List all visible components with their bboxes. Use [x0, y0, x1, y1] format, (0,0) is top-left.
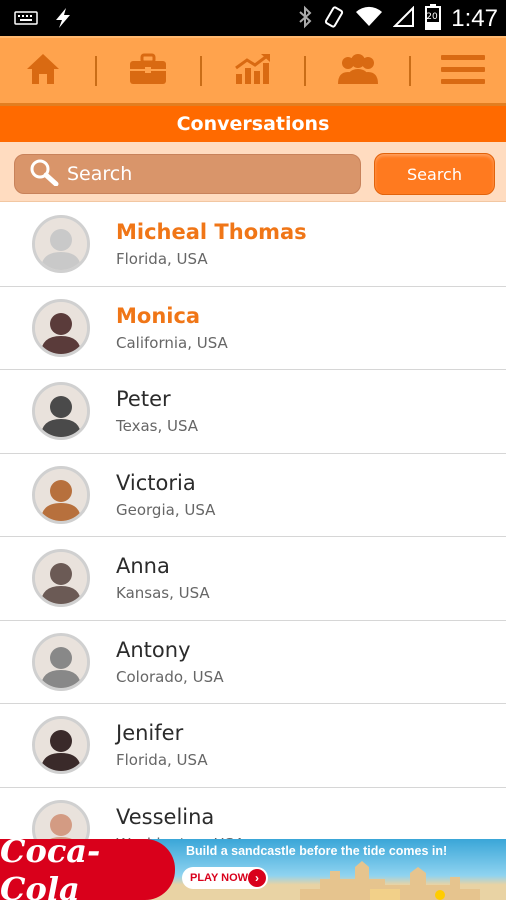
contact-location: Kansas, USA [116, 584, 210, 602]
ad-headline: Build a sandcastle before the tide comes… [186, 844, 448, 858]
avatar[interactable] [32, 716, 90, 774]
ad-cta-label: PLAY NOW [190, 872, 249, 884]
wifi-icon [355, 6, 383, 32]
contact-name: Micheal Thomas [116, 220, 307, 244]
contact-name: Vesselina [116, 804, 215, 829]
hamburger-menu-icon [440, 53, 486, 89]
contact-name: Victoria [116, 470, 196, 495]
search-input[interactable] [67, 163, 337, 185]
ad-banner[interactable]: Coca-Cola Build a sandcastle before the … [0, 839, 506, 900]
nav-divider [94, 55, 97, 86]
search-icon [29, 158, 59, 190]
avatar[interactable] [32, 215, 90, 273]
avatar[interactable] [32, 549, 90, 607]
avatar[interactable] [32, 298, 90, 357]
person-photo-icon [35, 635, 87, 688]
briefcase-icon [128, 52, 168, 90]
chevron-right-icon: › [248, 869, 266, 887]
nav-divider [304, 55, 307, 86]
top-nav-bar [0, 36, 506, 106]
contact-row[interactable]: Peter Texas, USA [0, 370, 506, 454]
person-photo-icon [35, 385, 87, 437]
page-title: Conversations [0, 106, 506, 142]
search-button[interactable]: Search [374, 153, 495, 195]
contact-name: Peter [116, 387, 171, 411]
battery-icon: 20 [425, 4, 442, 34]
nav-home-button[interactable] [8, 43, 78, 99]
nav-briefcase-button[interactable] [113, 43, 183, 99]
contact-name: Monica [116, 303, 201, 328]
person-photo-icon [35, 552, 87, 604]
nav-divider [409, 55, 412, 86]
chart-up-icon [233, 52, 273, 90]
status-bar: 20 1:47 [0, 0, 506, 36]
ad-brand-logo: Coca-Cola [0, 839, 175, 900]
nav-menu-button[interactable] [428, 43, 498, 99]
contact-row[interactable]: Monica California, USA [0, 286, 506, 370]
person-photo-icon [35, 301, 87, 354]
search-field[interactable] [14, 154, 361, 194]
contact-row[interactable]: Anna Kansas, USA [0, 537, 506, 621]
group-icon [334, 52, 382, 90]
person-photo-icon [35, 719, 87, 771]
contact-location: Georgia, USA [116, 500, 216, 519]
keyboard-icon [14, 10, 38, 30]
home-icon [25, 52, 61, 90]
clock: 1:47 [451, 5, 498, 32]
contact-location: Colorado, USA [116, 667, 224, 686]
person-photo-icon [35, 468, 87, 521]
contact-location: Florida, USA [116, 250, 208, 268]
nav-divider [199, 55, 202, 86]
sandcastle-image [300, 861, 480, 900]
contact-location: California, USA [116, 333, 228, 352]
conversation-list: Micheal Thomas Florida, USA Monica Californ… [0, 203, 506, 871]
rotate-icon [323, 5, 345, 33]
contact-row[interactable]: Victoria Georgia, USA [0, 453, 506, 537]
ad-play-now-button[interactable]: PLAY NOW › [182, 867, 268, 889]
contact-name: Anna [116, 554, 170, 578]
contact-row[interactable]: Micheal Thomas Florida, USA [0, 203, 506, 287]
flash-icon [52, 7, 74, 33]
avatar[interactable] [32, 465, 90, 524]
avatar[interactable] [32, 632, 90, 691]
contact-location: Florida, USA [116, 751, 208, 769]
contact-name: Jenifer [116, 721, 184, 745]
contact-location: Texas, USA [116, 417, 199, 435]
person-photo-icon [35, 218, 87, 270]
avatar[interactable] [32, 382, 90, 440]
contact-row[interactable]: Antony Colorado, USA [0, 620, 506, 704]
search-bar: Search [0, 142, 506, 202]
nav-stats-button[interactable] [218, 43, 288, 99]
nav-people-button[interactable] [323, 43, 393, 99]
bluetooth-icon [297, 5, 313, 33]
contact-name: Antony [116, 637, 191, 662]
contact-row[interactable]: Jenifer Florida, USA [0, 704, 506, 788]
battery-level: 20 [426, 12, 438, 22]
signal-icon [392, 5, 415, 32]
